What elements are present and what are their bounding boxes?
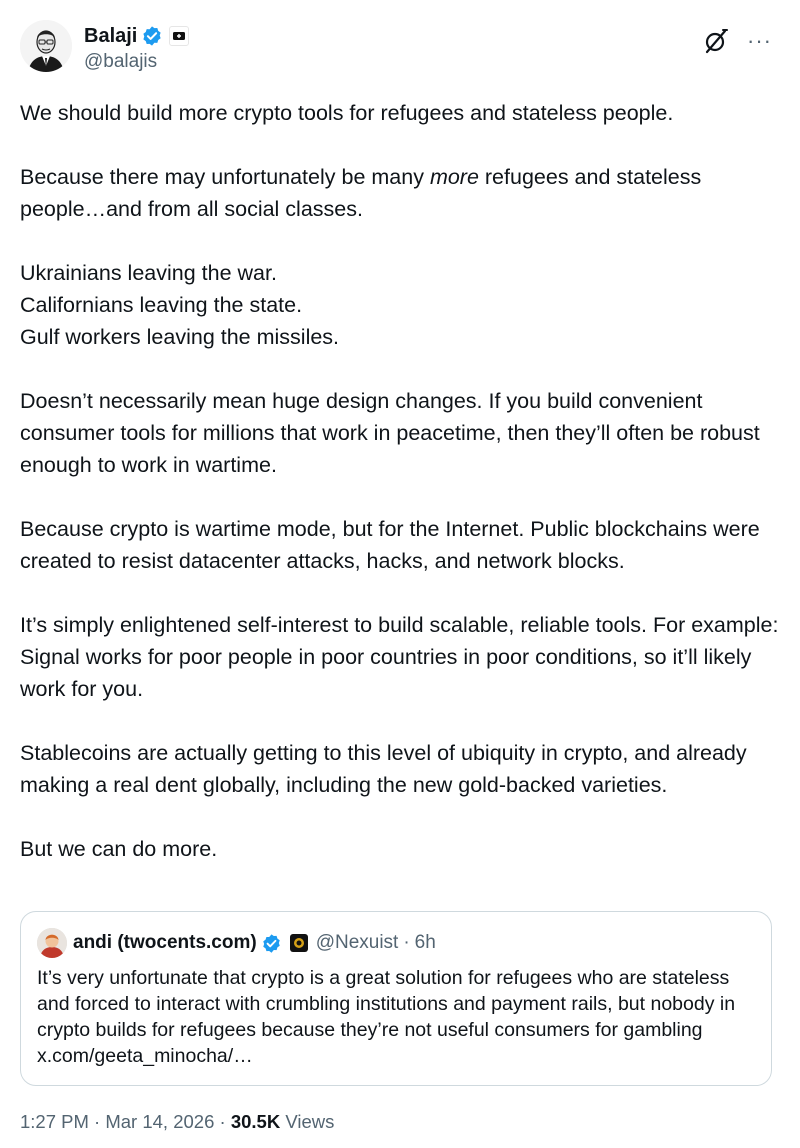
separator-dot: · bbox=[88, 1111, 106, 1132]
tweet-date[interactable]: Mar 14, 2026 bbox=[105, 1111, 214, 1132]
verified-badge-icon[interactable] bbox=[141, 25, 163, 47]
tweet-paragraph: Stablecoins are actually getting to this… bbox=[20, 741, 747, 797]
affiliation-badge-icon[interactable] bbox=[169, 26, 190, 46]
separator-dot: · bbox=[403, 932, 410, 953]
tweet-metadata: 1:27 PM · Mar 14, 2026 · 30.5K Views bbox=[20, 1111, 334, 1133]
tweet-text: We should build more crypto tools for re… bbox=[20, 97, 780, 865]
more-options-icon[interactable]: ··· bbox=[747, 30, 772, 52]
quoted-author-name[interactable]: andi (twocents.com) bbox=[73, 932, 257, 954]
tweet-paragraph: Because crypto is wartime mode, but for … bbox=[20, 517, 760, 573]
tweet-text-span: Because there may unfortunately be many bbox=[20, 165, 430, 189]
tweet-paragraph: We should build more crypto tools for re… bbox=[20, 101, 674, 125]
separator-dot: · bbox=[214, 1111, 231, 1132]
quoted-tweet-text: It’s very unfortunate that crypto is a g… bbox=[37, 967, 736, 1067]
tweet-header: Balaji @balajis ··· bbox=[20, 18, 780, 80]
quoted-author-avatar[interactable] bbox=[37, 928, 67, 958]
author-name-row: Balaji bbox=[84, 22, 190, 50]
tweet-paragraph: Ukrainians leaving the war. Californians… bbox=[20, 257, 780, 353]
tweet-paragraph: Doesn’t necessarily mean huge design cha… bbox=[20, 389, 760, 477]
author-avatar-image bbox=[20, 20, 72, 72]
views-label: Views bbox=[280, 1111, 335, 1132]
quoted-author-handle: @Nexuist bbox=[315, 932, 399, 953]
tweet-line: Californians leaving the state. bbox=[20, 293, 303, 317]
tweet-paragraph: But we can do more. bbox=[20, 837, 218, 861]
quoted-timestamp[interactable]: 6h bbox=[415, 932, 436, 954]
tweet-text-emphasis: more bbox=[429, 165, 479, 189]
views-count[interactable]: 30.5K bbox=[231, 1111, 280, 1132]
grok-icon[interactable] bbox=[703, 28, 729, 54]
quoted-affiliation-badge-icon bbox=[289, 934, 308, 952]
tweet-line: Gulf workers leaving the missiles. bbox=[20, 325, 340, 349]
header-actions: ··· bbox=[703, 28, 772, 54]
tweet: Balaji @balajis ··· We should build more… bbox=[0, 0, 800, 1148]
author-display-name[interactable]: Balaji bbox=[84, 25, 137, 48]
quoted-tweet-header: andi (twocents.com) @Nexuist · 6h bbox=[37, 928, 436, 958]
author-handle[interactable]: @balajis bbox=[84, 51, 189, 73]
tweet-paragraph: Because there may unfortunately be many … bbox=[20, 161, 780, 225]
tweet-line: Ukrainians leaving the war. bbox=[20, 261, 277, 285]
author-info: Balaji @balajis bbox=[84, 22, 190, 73]
tweet-time[interactable]: 1:27 PM bbox=[20, 1111, 89, 1132]
tweet-paragraph: It’s simply enlightened self-interest to… bbox=[20, 613, 779, 701]
author-avatar[interactable] bbox=[20, 20, 72, 72]
quoted-tweet-card[interactable]: andi (twocents.com) @Nexuist · 6h It’s v… bbox=[20, 911, 772, 1086]
quoted-verified-badge-icon bbox=[261, 933, 282, 954]
